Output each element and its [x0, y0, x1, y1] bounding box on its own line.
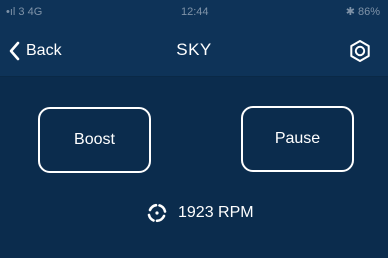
settings-button[interactable]: [348, 39, 372, 63]
fan-speed-readout: 1923 RPM: [146, 203, 254, 223]
fan-icon: [147, 203, 167, 223]
main-content: Boost Pause 1923 RPM: [0, 77, 388, 258]
gear-icon: [350, 40, 370, 62]
status-time: 12:44: [181, 6, 209, 18]
status-battery: ✱ 86%: [345, 6, 380, 18]
pause-button[interactable]: Pause: [241, 106, 354, 172]
page-title: SKY: [176, 40, 212, 59]
navigation-bar: Back SKY: [0, 26, 388, 77]
status-carrier: •ıl 3 4G: [6, 6, 43, 18]
boost-button[interactable]: Boost: [38, 107, 151, 173]
rpm-value: 1923 RPM: [178, 204, 254, 221]
status-bar: •ıl 3 4G 12:44 ✱ 86%: [0, 0, 388, 26]
app-screen: •ıl 3 4G 12:44 ✱ 86% Back SKY Boost Paus…: [0, 0, 388, 258]
